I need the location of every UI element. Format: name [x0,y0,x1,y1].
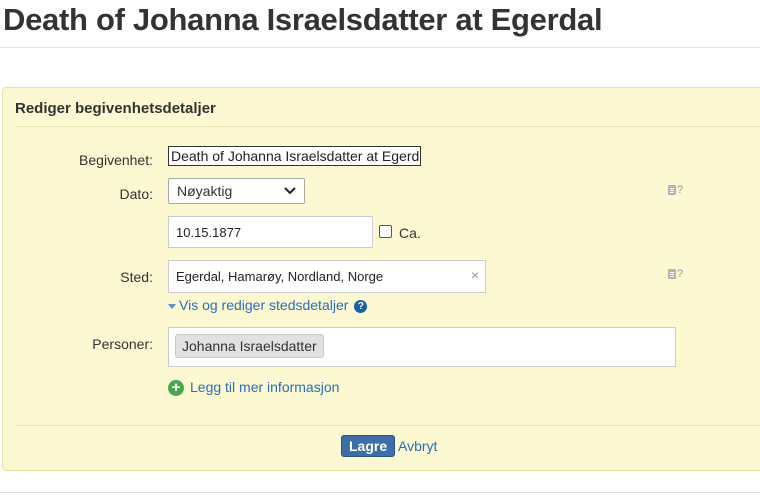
chevron-down-icon [284,187,296,195]
persons-label: Personer: [92,336,153,352]
add-more-link[interactable]: + Legg til mer informasjon [168,379,339,397]
panel-heading: Rediger begivenhetsdetaljer [15,100,216,117]
add-icon: + [168,380,184,397]
event-label: Begivenhet: [79,152,153,168]
circa-label: Ca. [399,225,421,241]
cancel-link[interactable]: Avbryt [398,438,437,454]
place-label: Sted: [120,269,153,285]
place-details-link[interactable]: Vis og rediger stedsdetaljer? [168,297,368,313]
date-label: Dato: [119,186,153,202]
document-icon [668,269,676,279]
place-help-icon[interactable]: ? [668,268,683,280]
help-icon[interactable]: ? [354,299,368,313]
title-divider [0,47,760,48]
date-type-select[interactable]: Nøyaktig [168,178,305,204]
edit-event-panel: Rediger begivenhetsdetaljer Begivenhet: … [2,87,760,471]
date-type-value: Nøyaktig [177,183,233,199]
bottom-divider [0,492,760,493]
date-input[interactable]: 10.15.1877 [168,216,373,248]
footer-divider [15,425,760,426]
clear-icon[interactable]: × [471,267,479,283]
triangle-down-icon [168,303,176,309]
persons-field[interactable]: Johanna Israelsdatter [168,327,676,367]
place-input[interactable]: Egerdal, Hamarøy, Nordland, Norge × [168,260,486,293]
person-tag[interactable]: Johanna Israelsdatter [175,334,324,358]
date-help-icon[interactable]: ? [668,184,683,196]
place-value: Egerdal, Hamarøy, Nordland, Norge [176,269,384,284]
circa-checkbox[interactable] [379,225,392,238]
panel-divider [15,126,760,127]
save-button[interactable]: Lagre [341,435,396,457]
page-title: Death of Johanna Israelsdatter at Egerda… [3,2,603,37]
event-input[interactable]: Death of Johanna Israelsdatter at Egerda… [168,146,421,166]
document-icon [668,185,676,195]
